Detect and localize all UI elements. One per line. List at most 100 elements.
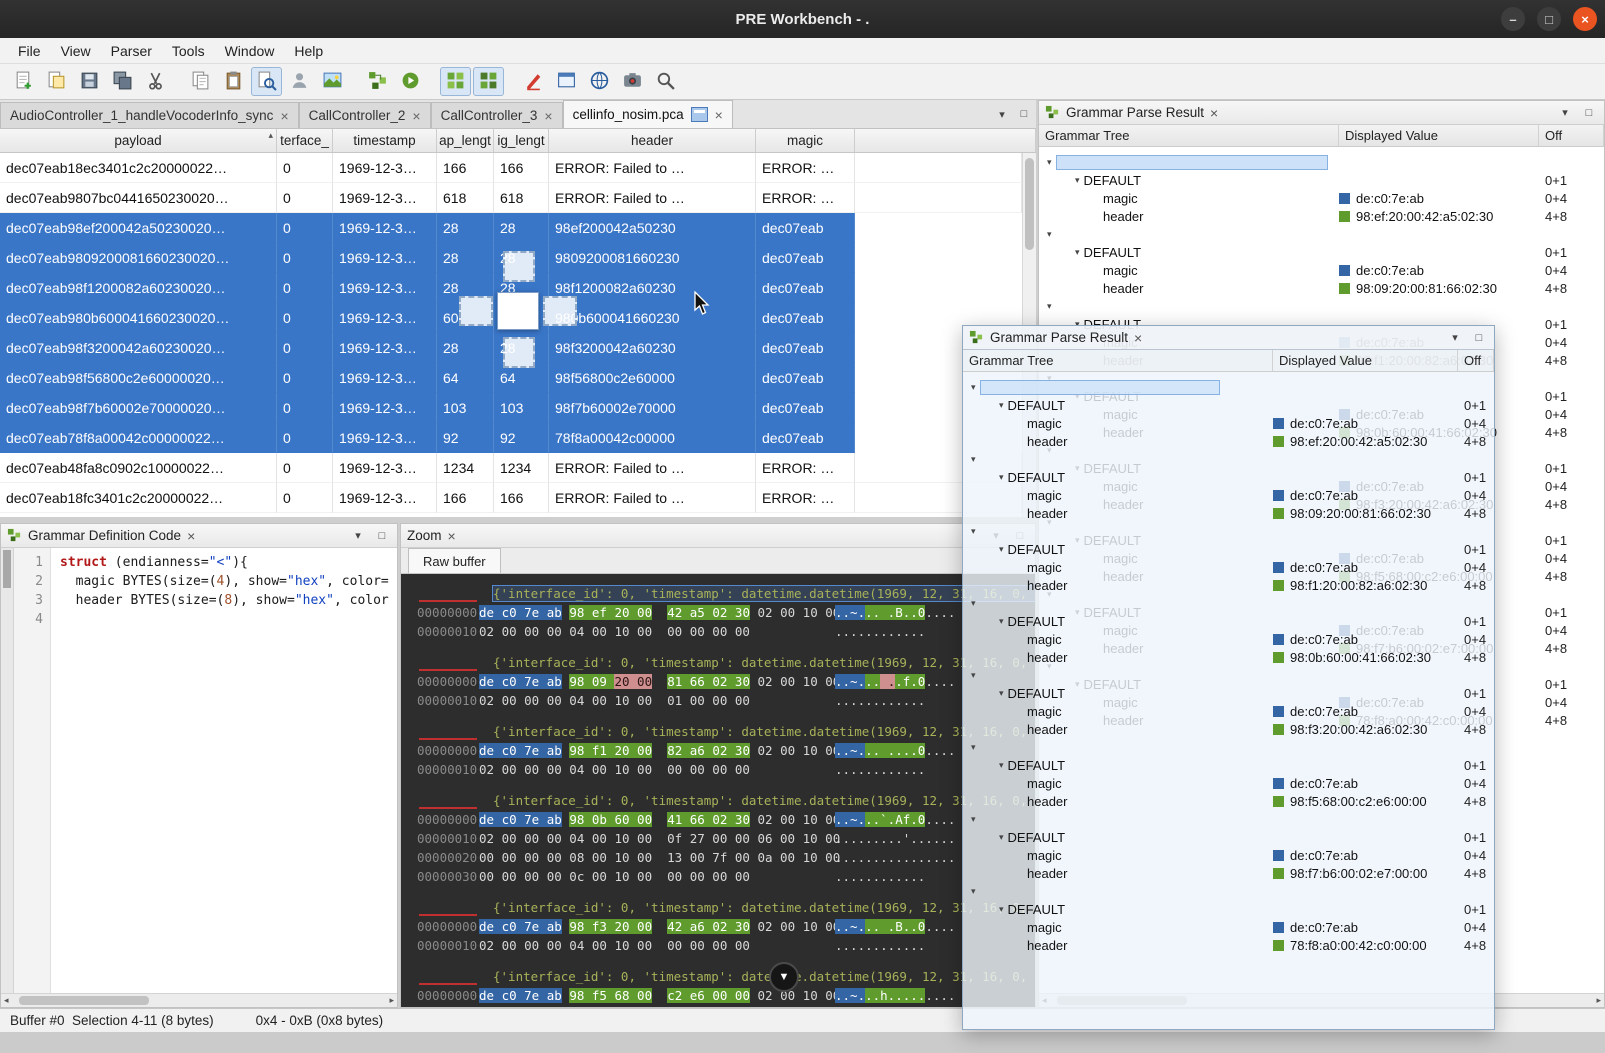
dock-drop-left[interactable] bbox=[459, 296, 493, 326]
scroll-left-icon[interactable]: ◂ bbox=[4, 995, 9, 1006]
tree-row[interactable]: header98:ef:20:00:42:a5:02:304+8 bbox=[1039, 207, 1604, 225]
code-vertical-scrollbar[interactable] bbox=[1, 548, 14, 993]
dock-float-icon[interactable]: □ bbox=[1470, 330, 1488, 346]
tree-row[interactable]: magicde:c0:7e:ab0+4 bbox=[963, 918, 1494, 936]
comment-text[interactable]: {'interface_id': 0, 'timestamp': datetim… bbox=[493, 655, 1035, 670]
tree-row[interactable]: ▾DEFAULT0+1 bbox=[1039, 171, 1604, 189]
expander-icon[interactable]: ▾ bbox=[1047, 301, 1052, 312]
close-button[interactable]: × bbox=[1573, 7, 1597, 31]
dock-menu-icon[interactable]: ▾ bbox=[349, 528, 367, 544]
tree-row[interactable]: ▾DEFAULT0+1 bbox=[963, 756, 1494, 774]
menu-window[interactable]: Window bbox=[215, 41, 285, 61]
dock-close-icon[interactable]: × bbox=[448, 528, 456, 544]
document-tab[interactable]: CallController_2× bbox=[299, 102, 431, 128]
column-header-terface_[interactable]: terface_ bbox=[277, 129, 333, 152]
tree-row[interactable]: ▾ bbox=[963, 594, 1494, 612]
scrollbar-thumb[interactable] bbox=[19, 996, 149, 1005]
hex-line[interactable]: 0000001002 00 00 00 04 00 10 00 00 00 00… bbox=[417, 936, 1035, 955]
web-button[interactable] bbox=[584, 67, 615, 96]
hex-line[interactable]: 00000000de c0 7e ab 98 f3 20 00 42 a6 02… bbox=[417, 917, 1035, 936]
tab-raw-buffer[interactable]: Raw buffer bbox=[408, 548, 501, 573]
tree-row[interactable]: ▾DEFAULT0+1 bbox=[1039, 243, 1604, 261]
tree-row[interactable]: ▾ bbox=[963, 882, 1494, 900]
minimize-button[interactable]: – bbox=[1501, 7, 1525, 31]
tree-row[interactable]: header98:09:20:00:81:66:02:304+8 bbox=[963, 504, 1494, 522]
parse-tree-button[interactable] bbox=[362, 67, 393, 96]
tree-row[interactable]: header78:f8:a0:00:42:c0:00:004+8 bbox=[963, 936, 1494, 954]
expander-icon[interactable]: ▾ bbox=[1075, 247, 1080, 258]
window-titlebar[interactable]: PRE Workbench - . – □ × bbox=[0, 0, 1605, 38]
tree-row[interactable]: header98:ef:20:00:42:a5:02:304+8 bbox=[963, 432, 1494, 450]
dock-titlebar[interactable]: Grammar Definition Code × ▾ □ bbox=[1, 524, 397, 548]
column-grammar-tree[interactable]: Grammar Tree bbox=[963, 350, 1273, 371]
tree-row[interactable]: ▾ bbox=[963, 810, 1494, 828]
tree-row[interactable]: ▾DEFAULT0+1 bbox=[963, 540, 1494, 558]
dock-drop-top[interactable] bbox=[503, 251, 535, 282]
tab-detach-icon[interactable]: □ bbox=[1014, 104, 1034, 124]
document-tab[interactable]: CallController_3× bbox=[431, 102, 563, 128]
expander-icon[interactable]: ▾ bbox=[999, 616, 1004, 627]
expander-icon[interactable]: ▾ bbox=[971, 598, 976, 609]
scroll-right-icon[interactable]: ▸ bbox=[389, 995, 394, 1006]
tree-row[interactable]: ▾DEFAULT0+1 bbox=[963, 612, 1494, 630]
table-row[interactable]: dec07eab78f8a00042c00000022…01969-12-3…9… bbox=[0, 423, 1022, 453]
tab-close-icon[interactable]: × bbox=[412, 108, 420, 124]
hex-line[interactable]: 0000001002 00 00 00 04 00 10 00 00 00 00… bbox=[417, 760, 1035, 779]
tree-row[interactable]: header98:09:20:00:81:66:02:304+8 bbox=[1039, 279, 1604, 297]
comment-text[interactable]: {'interface_id': 0, 'timestamp': datetim… bbox=[493, 900, 1035, 915]
tree-row[interactable]: ▾DEFAULT0+1 bbox=[963, 900, 1494, 918]
document-tab[interactable]: AudioController_1_handleVocoderInfo_sync… bbox=[0, 102, 299, 128]
column-displayed-value[interactable]: Displayed Value bbox=[1339, 125, 1539, 146]
open-document-button[interactable] bbox=[41, 67, 72, 96]
column-header-ig_lengt[interactable]: ig_lengt bbox=[494, 129, 549, 152]
comment-text[interactable]: {'interface_id': 0, 'timestamp': datetim… bbox=[493, 969, 1035, 984]
paste-button[interactable] bbox=[218, 67, 249, 96]
column-header-timestamp[interactable]: timestamp bbox=[333, 129, 437, 152]
comment-text[interactable]: {'interface_id': 0, 'timestamp': datetim… bbox=[493, 586, 1035, 601]
table-row[interactable]: dec07eab18fc3401c2c20000022…01969-12-3…1… bbox=[0, 483, 1022, 513]
grid-view-alt-button[interactable] bbox=[473, 67, 504, 96]
menu-file[interactable]: File bbox=[8, 41, 51, 61]
hex-line[interactable]: 00000000de c0 7e ab 98 f1 20 00 82 a6 02… bbox=[417, 741, 1035, 760]
table-row[interactable]: dec07eab9807bc0441650230020…01969-12-3…6… bbox=[0, 183, 1022, 213]
search-button[interactable] bbox=[650, 67, 681, 96]
save-button[interactable] bbox=[74, 67, 105, 96]
tree-row[interactable]: ▾DEFAULT0+1 bbox=[963, 468, 1494, 486]
column-header-ap_lengt[interactable]: ap_lengt bbox=[437, 129, 494, 152]
table-row[interactable]: dec07eab98ef200042a50230020…01969-12-3…2… bbox=[0, 213, 1022, 243]
column-grammar-tree[interactable]: Grammar Tree bbox=[1039, 125, 1339, 146]
column-offset[interactable]: Off bbox=[1539, 125, 1604, 146]
column-header-magic[interactable]: magic bbox=[756, 129, 855, 152]
inspect-button[interactable] bbox=[251, 67, 282, 96]
run-button[interactable] bbox=[395, 67, 426, 96]
tree-row[interactable]: header98:0b:60:00:41:66:02:304+8 bbox=[963, 648, 1494, 666]
hex-line[interactable]: 00000000de c0 7e ab 98 09 20 00 81 66 02… bbox=[417, 672, 1035, 691]
expander-icon[interactable]: ▾ bbox=[971, 886, 976, 897]
dock-menu-icon[interactable]: ▾ bbox=[1556, 105, 1574, 121]
tree-row[interactable]: ▾ bbox=[1039, 225, 1604, 243]
tree-row[interactable]: ▾ bbox=[963, 450, 1494, 468]
tab-close-icon[interactable]: × bbox=[280, 108, 288, 124]
scroll-down-indicator[interactable]: ▼ bbox=[769, 962, 799, 992]
menu-parser[interactable]: Parser bbox=[101, 41, 162, 61]
hex-line[interactable]: 0000002000 00 00 00 08 00 10 00 13 00 7f… bbox=[417, 848, 1035, 867]
tree-row[interactable]: ▾ bbox=[963, 378, 1494, 396]
hex-line[interactable]: 0000001002 00 00 00 04 00 10 00 00 00 00… bbox=[417, 622, 1035, 641]
expander-icon[interactable]: ▾ bbox=[971, 742, 976, 753]
menu-view[interactable]: View bbox=[51, 41, 101, 61]
document-tab[interactable]: cellinfo_nosim.pca× bbox=[563, 100, 733, 128]
window-button[interactable] bbox=[551, 67, 582, 96]
expander-icon[interactable]: ▾ bbox=[999, 472, 1004, 483]
code-horizontal-scrollbar[interactable]: ◂ ▸ bbox=[1, 993, 397, 1007]
tree-row[interactable]: magicde:c0:7e:ab0+4 bbox=[963, 630, 1494, 648]
dock-float-icon[interactable]: □ bbox=[1580, 105, 1598, 121]
scrollbar-thumb[interactable] bbox=[1025, 158, 1034, 250]
tree-row[interactable]: magicde:c0:7e:ab0+4 bbox=[963, 846, 1494, 864]
expander-icon[interactable]: ▾ bbox=[999, 544, 1004, 555]
user-button[interactable] bbox=[284, 67, 315, 96]
expander-icon[interactable]: ▾ bbox=[999, 400, 1004, 411]
column-header-payload[interactable]: payload▴ bbox=[0, 129, 277, 152]
expander-icon[interactable]: ▾ bbox=[999, 760, 1004, 771]
hex-line[interactable]: 0000001002 00 00 00 04 00 10 00 01 00 00… bbox=[417, 691, 1035, 710]
tree-row[interactable]: magicde:c0:7e:ab0+4 bbox=[963, 558, 1494, 576]
